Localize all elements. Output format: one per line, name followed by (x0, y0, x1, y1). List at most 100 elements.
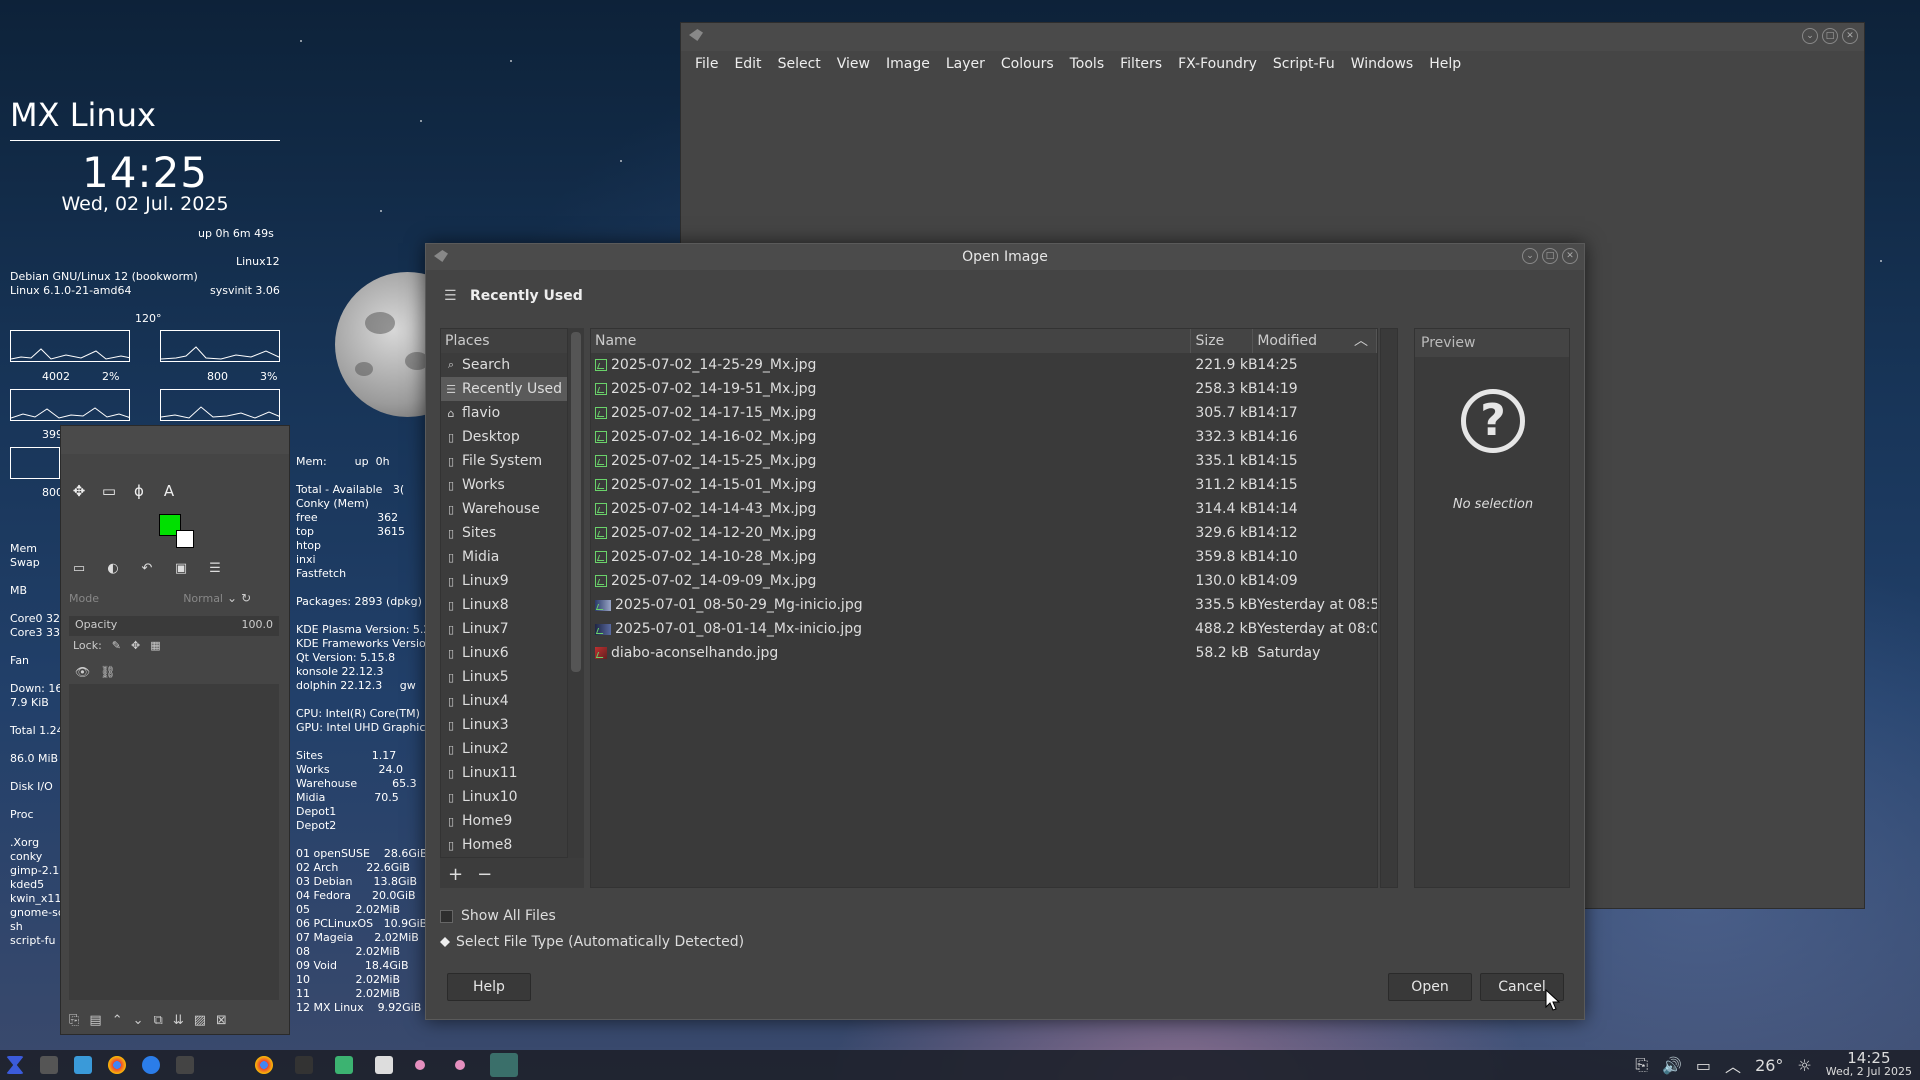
lasso-icon[interactable]: ϕ (129, 481, 149, 501)
show-all-files-checkbox[interactable]: Show All Files (440, 908, 556, 924)
menu-tools[interactable]: Tools (1062, 56, 1113, 72)
app-task-icon[interactable] (415, 1060, 425, 1070)
main-titlebar[interactable]: ⌄ □ ✕ (681, 23, 1864, 51)
place-item[interactable]: ▯ Works (441, 473, 567, 497)
terminal-icon[interactable] (176, 1056, 194, 1074)
place-item[interactable]: ▯ Midia (441, 545, 567, 569)
network-icon[interactable]: ▭ (1696, 1056, 1711, 1075)
column-size[interactable]: Size (1191, 329, 1254, 353)
text-tool-icon[interactable]: A (159, 481, 179, 501)
file-row[interactable]: 2025-07-01_08-01-14_Mx-inicio.jpg 488.2 k… (591, 617, 1377, 641)
place-item[interactable]: ▯ File System (441, 449, 567, 473)
minimize-icon[interactable]: ⌄ (1802, 28, 1818, 44)
chrome-task-icon[interactable] (255, 1056, 273, 1074)
file-row[interactable]: 2025-07-02_14-16-02_Mx.jpg 332.3 kB 14:16 (591, 425, 1377, 449)
menu-colours[interactable]: Colours (993, 56, 1062, 72)
layers-list[interactable]: 👁 ⛓ (69, 660, 279, 1000)
file-row[interactable]: 2025-07-02_14-12-20_Mx.jpg 329.6 kB 14:12 (591, 521, 1377, 545)
place-item[interactable]: ⌕ Search (441, 353, 567, 377)
images-tab-icon[interactable]: ▣ (171, 559, 191, 577)
move-tool-icon[interactable]: ✥ (69, 481, 89, 501)
place-item[interactable]: ▯ Linux8 (441, 593, 567, 617)
reset-mode-icon[interactable]: ↻ (241, 591, 251, 605)
lock-pixels-icon[interactable]: ✎ (112, 639, 121, 652)
layers-tab-icon[interactable]: ☰ (205, 559, 225, 577)
add-bookmark-icon[interactable]: + (448, 864, 463, 885)
place-item[interactable]: ▯ Linux2 (441, 737, 567, 761)
place-item[interactable]: ▯ Linux5 (441, 665, 567, 689)
place-item[interactable]: ▯ Sites (441, 521, 567, 545)
taskbar-clock[interactable]: 14:25 Wed, 2 Jul 2025 (1826, 1051, 1912, 1079)
opacity-slider[interactable]: Opacity 100.0 (69, 616, 279, 636)
visibility-eye-icon[interactable]: 👁 (75, 665, 90, 679)
file-list-scrollbar[interactable] (1380, 328, 1398, 888)
file-row[interactable]: 2025-07-02_14-10-28_Mx.jpg 359.8 kB 14:10 (591, 545, 1377, 569)
new-group-icon[interactable]: ▤ (89, 1013, 101, 1028)
device-status-tab-icon[interactable]: ◐ (103, 559, 123, 577)
remove-bookmark-icon[interactable]: − (477, 864, 492, 885)
menu-fx-foundry[interactable]: FX-Foundry (1170, 56, 1265, 72)
browser-icon[interactable] (142, 1056, 160, 1074)
place-item[interactable]: ⌂ flavio (441, 401, 567, 425)
place-item[interactable]: ▯ Linux6 (441, 641, 567, 665)
new-layer-icon[interactable]: ⎘ (69, 1013, 79, 1028)
menu-file[interactable]: File (687, 56, 726, 72)
place-item[interactable]: ▯ Linux11 (441, 761, 567, 785)
close-icon[interactable]: ✕ (1842, 28, 1858, 44)
file-row[interactable]: 2025-07-02_14-19-51_Mx.jpg 258.3 kB 14:19 (591, 377, 1377, 401)
file-row[interactable]: 2025-07-02_14-15-25_Mx.jpg 335.1 kB 14:15 (591, 449, 1377, 473)
menu-layer[interactable]: Layer (938, 56, 993, 72)
place-item[interactable]: ▯ Warehouse (441, 497, 567, 521)
file-row[interactable]: 2025-07-02_14-14-43_Mx.jpg 314.4 kB 14:14 (591, 497, 1377, 521)
clipboard-icon[interactable]: ⎘ (1635, 1055, 1648, 1075)
minimize-icon[interactable]: ⌄ (1522, 248, 1538, 264)
chain-icon[interactable]: ⛓ (100, 665, 115, 679)
dialog-titlebar[interactable]: Open Image ⌄ □ ✕ (426, 244, 1584, 270)
duplicate-layer-icon[interactable]: ⧉ (154, 1013, 163, 1028)
toolbox-titlebar[interactable] (61, 426, 289, 454)
help-button[interactable]: Help (447, 973, 531, 1001)
column-modified[interactable]: Modified ︿ (1253, 329, 1377, 353)
menu-select[interactable]: Select (770, 56, 829, 72)
column-name[interactable]: Name (591, 329, 1192, 353)
menu-view[interactable]: View (829, 56, 878, 72)
merge-layer-icon[interactable]: ⇊ (173, 1013, 184, 1028)
place-item[interactable]: ▯ Linux7 (441, 617, 567, 641)
place-item[interactable]: ▯ Home8 (441, 833, 567, 857)
weather-temperature[interactable]: 26° (1755, 1056, 1783, 1075)
raise-layer-icon[interactable]: ⌃ (112, 1013, 123, 1028)
menu-help[interactable]: Help (1421, 56, 1469, 72)
undo-history-tab-icon[interactable]: ↶ (137, 559, 157, 577)
lower-layer-icon[interactable]: ⌄ (133, 1013, 144, 1028)
mask-icon[interactable]: ▨ (194, 1013, 206, 1028)
maximize-icon[interactable]: □ (1542, 248, 1558, 264)
chevron-up-icon[interactable]: ︿ (1725, 1053, 1741, 1077)
menu-image[interactable]: Image (878, 56, 938, 72)
menu-filters[interactable]: Filters (1112, 56, 1170, 72)
place-item[interactable]: ▯ Linux3 (441, 713, 567, 737)
expander-arrow-icon[interactable] (440, 937, 450, 947)
close-icon[interactable]: ✕ (1562, 248, 1578, 264)
file-row[interactable]: 2025-07-02_14-09-09_Mx.jpg 130.0 kB 14:09 (591, 569, 1377, 593)
spreadsheet-task-icon[interactable] (335, 1056, 353, 1074)
file-row[interactable]: 2025-07-02_14-15-01_Mx.jpg 311.2 kB 14:15 (591, 473, 1377, 497)
chevron-down-icon[interactable]: ⌄ (227, 591, 237, 605)
place-item[interactable]: ☰ Recently Used (441, 377, 567, 401)
checkbox-box[interactable] (440, 909, 453, 923)
background-color-swatch[interactable] (176, 530, 194, 548)
gimp-task-icon[interactable] (490, 1053, 518, 1077)
place-item[interactable]: ▯ Linux9 (441, 569, 567, 593)
tool-options-tab-icon[interactable]: ▭ (69, 559, 89, 577)
menu-edit[interactable]: Edit (726, 56, 769, 72)
menu-windows[interactable]: Windows (1343, 56, 1422, 72)
terminal-task-icon[interactable] (295, 1056, 313, 1074)
file-row[interactable]: 2025-07-02_14-17-15_Mx.jpg 305.7 kB 14:17 (591, 401, 1377, 425)
mx-menu-icon[interactable] (6, 1056, 24, 1074)
lock-position-icon[interactable]: ✥ (131, 639, 140, 652)
file-manager-icon[interactable] (74, 1056, 92, 1074)
file-row[interactable]: 2025-07-01_08-50-29_Mg-inicio.jpg 335.5 k… (591, 593, 1377, 617)
place-item[interactable]: ▯ Linux10 (441, 785, 567, 809)
select-file-type-expander[interactable]: Select File Type (Automatically Detected… (440, 934, 744, 950)
mode-select[interactable]: Normal (163, 592, 223, 605)
delete-layer-icon[interactable]: ⊠ (216, 1013, 227, 1028)
